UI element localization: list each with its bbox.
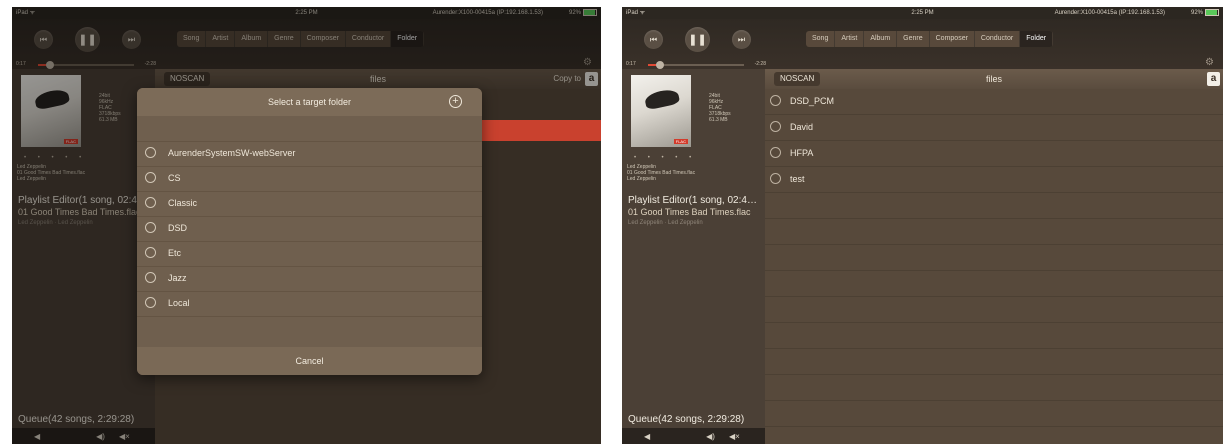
zeppelin-image (643, 87, 681, 111)
playlist-title[interactable]: Playlist Editor(1 song, 02:4… (628, 195, 764, 206)
top-bar: ⏮ ❚❚ ⏭ 0:17 -2:28 Song Artist Album Genr… (622, 19, 1223, 69)
right-screen: iPad ᯤ 2:25 PM Aurender:X100-00415a (IP:… (622, 7, 1223, 444)
a-button[interactable]: a (1207, 72, 1220, 86)
toolbar-icons[interactable]: ⚙ (1205, 57, 1217, 68)
radio-icon[interactable] (145, 222, 156, 233)
empty-row (765, 349, 1223, 375)
radio-icon[interactable] (145, 247, 156, 258)
volume-bar: ◀ ◀) ◀× (622, 428, 765, 444)
volume-up-icon[interactable]: ◀× (729, 432, 740, 441)
radio-icon[interactable] (145, 272, 156, 283)
folder-row[interactable]: CS (137, 166, 482, 192)
empty-row (765, 219, 1223, 245)
folder-row[interactable]: AurenderSystemSW-webServer (137, 141, 482, 167)
folder-row[interactable]: HFPA (765, 141, 1223, 167)
battery-indicator: 92% (1191, 7, 1219, 19)
tab-song[interactable]: Song (806, 31, 836, 47)
tab-album[interactable]: Album (864, 31, 898, 47)
radio-icon[interactable] (770, 121, 781, 132)
radio-icon[interactable] (145, 172, 156, 183)
empty-row (765, 323, 1223, 349)
empty-row (765, 245, 1223, 271)
tab-composer[interactable]: Composer (930, 31, 975, 47)
playlist-track[interactable]: 01 Good Times Bad Times.flac (628, 207, 764, 217)
folder-row[interactable]: David (765, 115, 1223, 141)
folder-row[interactable]: Classic (137, 191, 482, 217)
empty-row (765, 401, 1223, 427)
folder-row[interactable]: Etc (137, 241, 482, 267)
empty-row (765, 297, 1223, 323)
remaining-time: -2:28 (754, 61, 766, 67)
tab-folder[interactable]: Folder (1020, 31, 1054, 47)
add-folder-icon[interactable]: + (449, 95, 462, 108)
volume-down-icon[interactable]: ◀) (706, 432, 715, 441)
track-meta: 24bit 96kHz FLAC 3718kbps 61.3 MB (709, 93, 731, 123)
tab-conductor[interactable]: Conductor (975, 31, 1021, 47)
pause-icon[interactable]: ❚❚ (685, 27, 710, 52)
folder-row[interactable]: DSD_PCM (765, 89, 1223, 115)
mute-icon[interactable]: ◀ (644, 432, 650, 441)
dialog-title: Select a target folder (137, 88, 482, 116)
folder-row[interactable]: Local (137, 291, 482, 317)
select-folder-dialog: Select a target folder + AurenderSystemS… (137, 88, 482, 375)
folder-row-blank (137, 116, 482, 142)
radio-icon[interactable] (145, 297, 156, 308)
folder-row[interactable]: test (765, 167, 1223, 193)
prev-track-icon[interactable]: ⏮ (644, 30, 663, 49)
track-info: Led Zeppelin 01 Good Times Bad Times.fla… (627, 164, 696, 182)
tab-artist[interactable]: Artist (835, 31, 865, 47)
cancel-button[interactable]: Cancel (137, 347, 482, 375)
transport-controls: ⏮ ❚❚ ⏭ (644, 27, 751, 52)
device-host: Aurender:X100-00415a (IP:192.168.1.53) (1054, 10, 1165, 16)
radio-icon[interactable] (770, 173, 781, 184)
album-art: FLAC (631, 75, 691, 147)
elapsed-time: 0:17 (626, 61, 636, 67)
tab-genre[interactable]: Genre (897, 31, 930, 47)
folder-row[interactable]: DSD (137, 216, 482, 242)
folder-row[interactable]: Jazz (137, 266, 482, 292)
left-screen: iPad ᯤ 2:25 PM Aurender:X100-00415a (IP:… (12, 7, 601, 444)
empty-row (765, 375, 1223, 401)
selected-row-highlight (482, 120, 601, 141)
radio-icon[interactable] (770, 95, 781, 106)
next-track-icon[interactable]: ⏭ (732, 30, 751, 49)
radio-icon[interactable] (770, 147, 781, 158)
folder-list[interactable]: AurenderSystemSW-webServer CS Classic DS… (137, 116, 482, 320)
nav-title: files (985, 74, 1002, 84)
radio-icon[interactable] (145, 147, 156, 158)
empty-row (765, 193, 1223, 219)
rating-stars[interactable]: • • • • • (634, 155, 696, 161)
radio-icon[interactable] (145, 197, 156, 208)
status-bar: iPad ᯤ 2:25 PM Aurender:X100-00415a (IP:… (622, 7, 1223, 19)
browser-content: NOSCAN files a DSD_PCM David HFPA test (765, 69, 1223, 444)
format-badge: FLAC (673, 139, 688, 144)
empty-row (765, 271, 1223, 297)
playlist-artist: Led Zeppelin · Led Zeppelin (628, 220, 703, 226)
category-tabs: Song Artist Album Genre Composer Conduct… (806, 31, 1054, 47)
nav-bar: NOSCAN files a (765, 69, 1223, 89)
progress-knob[interactable] (655, 61, 664, 69)
progress-bar[interactable]: 0:17 -2:28 (626, 61, 766, 69)
now-playing-sidebar: FLAC 24bit 96kHz FLAC 3718kbps 61.3 MB •… (622, 69, 765, 444)
queue-label[interactable]: Queue(42 songs, 2:29:28) (628, 414, 744, 425)
